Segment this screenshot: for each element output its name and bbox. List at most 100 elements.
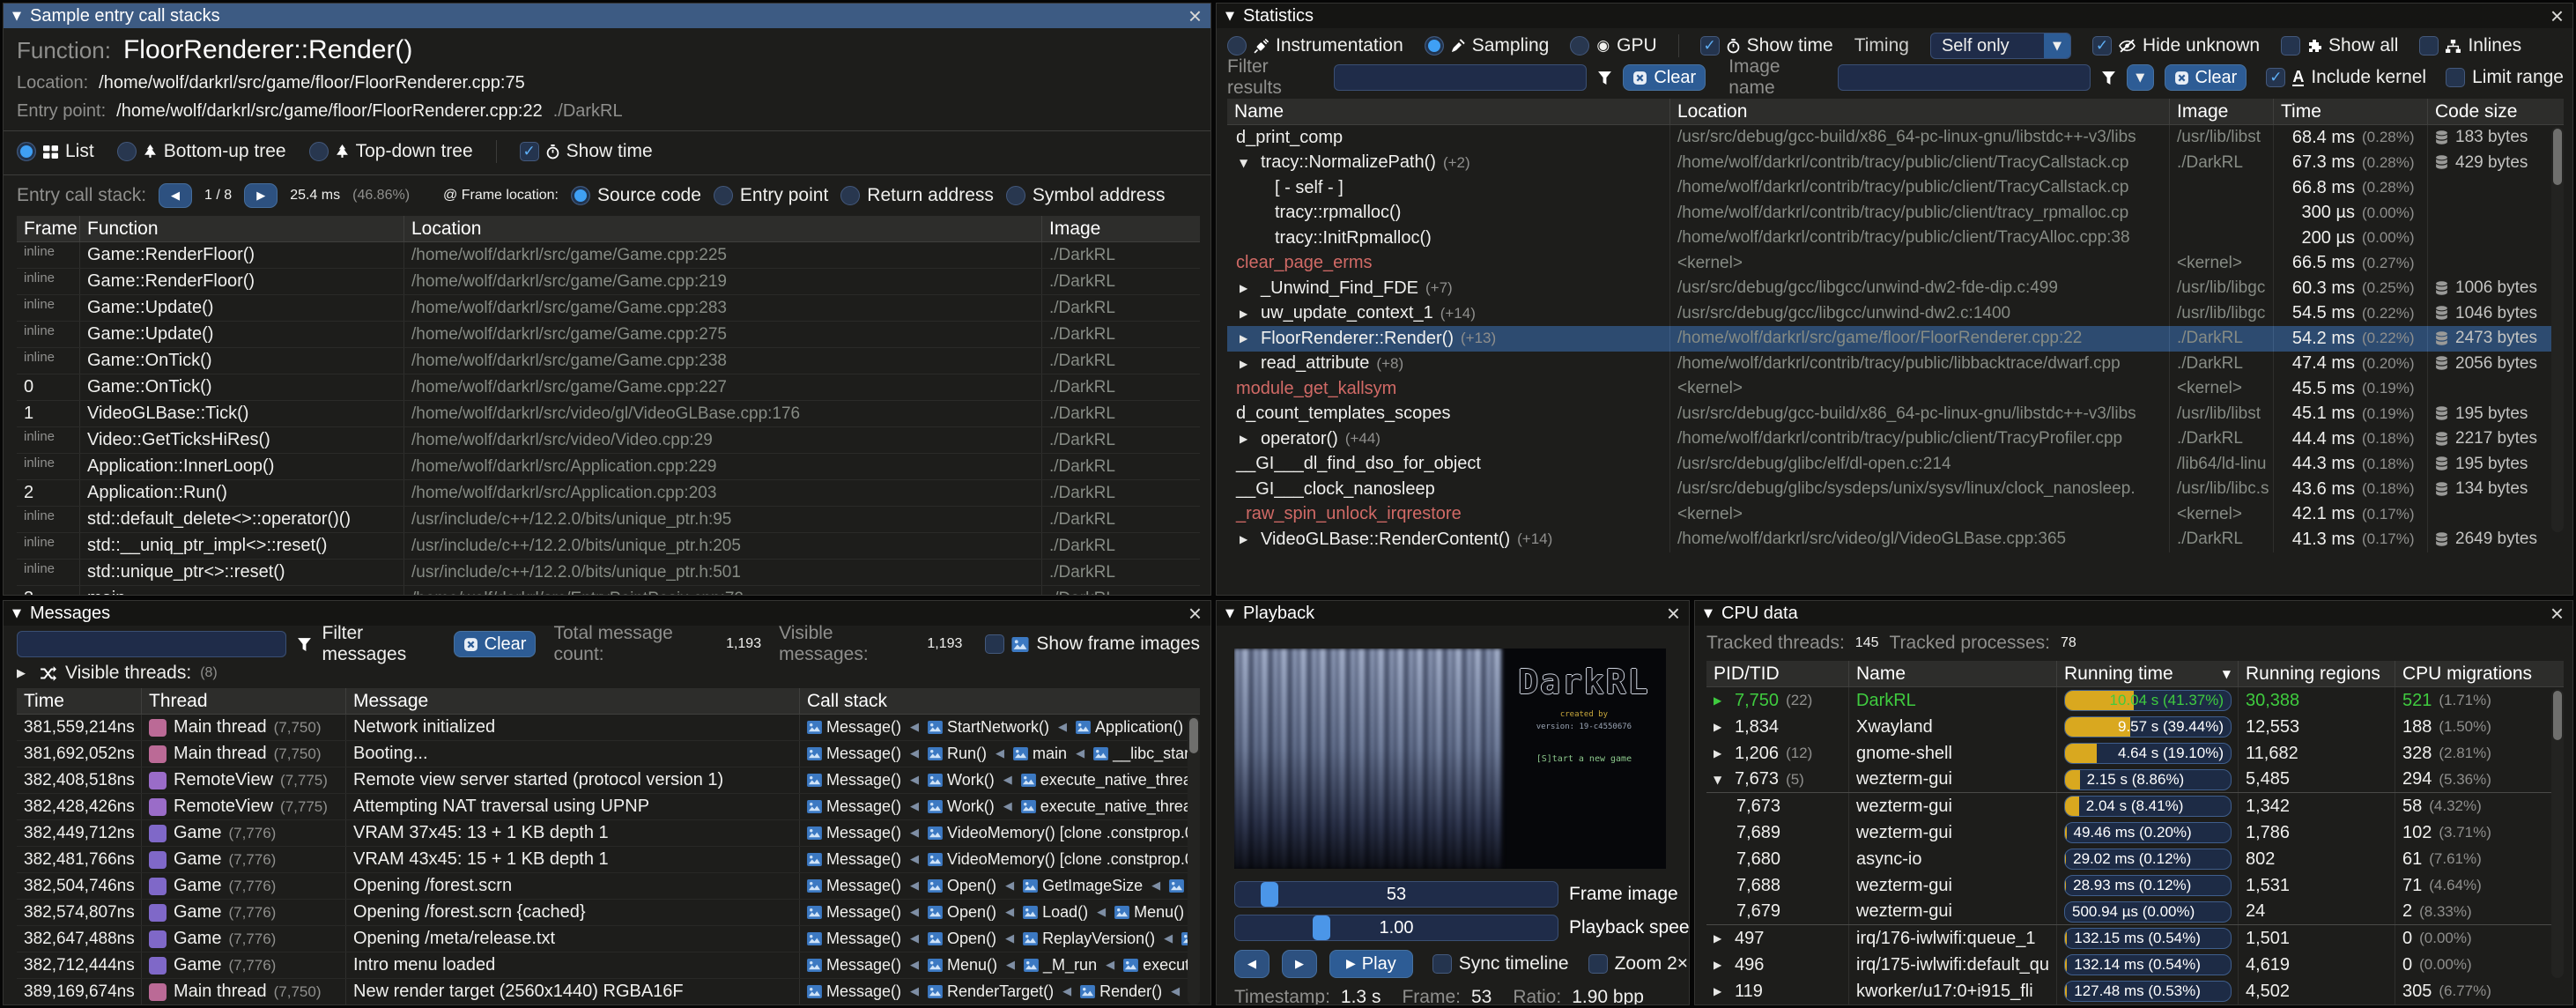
call-stack-entry[interactable]: Render(): [1080, 982, 1162, 1001]
image-name-input[interactable]: [1838, 64, 2091, 91]
table-row[interactable]: ▶FloorRenderer::Render()(+13)/home/wolf/…: [1227, 326, 2564, 352]
chevron-right-icon[interactable]: ▶: [1714, 959, 1728, 971]
hide-unknown-checkbox[interactable]: Hide unknown: [2092, 35, 2260, 56]
frame-location-entry-point[interactable]: Entry point: [714, 185, 828, 206]
radio-icon[interactable]: [571, 186, 590, 205]
play-button[interactable]: ▶ Play: [1329, 950, 1413, 978]
prev-call-stack-button[interactable]: ◀: [159, 183, 192, 208]
table-row[interactable]: d_count_templates_scopes/usr/src/debug/g…: [1227, 402, 2564, 427]
chevron-right-icon[interactable]: ▶: [1240, 533, 1254, 545]
call-stack-entry[interactable]: Work(): [928, 771, 995, 789]
timing-dropdown[interactable]: Self only ▼: [1930, 33, 2071, 59]
table-row[interactable]: ▶119kworker/u17:0+i915_fli127.48 ms (0.5…: [1706, 978, 2564, 1004]
column-header[interactable]: Time: [17, 688, 142, 714]
table-row[interactable]: inlineGame::RenderFloor()/home/wolf/dark…: [17, 269, 1200, 295]
table-row[interactable]: 381,692,052nsMain thread(7,750)Booting..…: [17, 741, 1200, 767]
include-kernel-checkbox[interactable]: A Include kernel: [2266, 67, 2426, 88]
table-row[interactable]: 7,688wezterm-gui28.93 ms (0.12%)1,53171(…: [1706, 872, 2564, 899]
chevron-down-icon[interactable]: ▼: [1240, 157, 1254, 169]
column-header[interactable]: Location: [1670, 99, 2170, 124]
funnel-icon[interactable]: [2101, 70, 2116, 85]
scrollbar-thumb[interactable]: [2553, 129, 2562, 185]
table-row[interactable]: 1VideoGLBase::Tick()/home/wolf/darkrl/sr…: [17, 401, 1200, 427]
statistics-titlebar[interactable]: ▼ Statistics ×: [1217, 4, 2572, 28]
radio-icon[interactable]: [714, 186, 733, 205]
call-stack-entry[interactable]: Load(): [1023, 903, 1088, 922]
table-row[interactable]: 382,408,518nsRemoteView(7,775)Remote vie…: [17, 767, 1200, 794]
table-row[interactable]: ▶read_attribute(+8)/home/wolf/darkrl/con…: [1227, 352, 2564, 377]
table-row[interactable]: ▶497irq/176-iwlwifi:queue_1132.15 ms (0.…: [1706, 925, 2564, 952]
table-row[interactable]: inlineGame::Update()/home/wolf/darkrl/sr…: [17, 322, 1200, 348]
column-header[interactable]: Image: [2170, 99, 2274, 124]
chevron-right-icon[interactable]: ▶: [1240, 282, 1254, 294]
close-icon[interactable]: ×: [1188, 6, 1202, 26]
sync-timeline-checkbox[interactable]: Sync timeline: [1432, 953, 1569, 975]
chevron-right-icon[interactable]: ▶: [1240, 308, 1254, 320]
scrollbar[interactable]: [2551, 127, 2564, 532]
checkbox-icon[interactable]: [2419, 36, 2439, 56]
table-row[interactable]: __GI___clock_nanosleep/usr/src/debug/gli…: [1227, 477, 2564, 502]
call-stack-entry[interactable]: main: [1013, 745, 1067, 763]
show-all-checkbox[interactable]: Show all: [2281, 35, 2398, 56]
call-stack-entry[interactable]: Message(): [807, 718, 901, 737]
call-stack-entry[interactable]: Menu(): [928, 956, 997, 975]
call-stack-entry[interactable]: Open(): [928, 930, 996, 948]
table-row[interactable]: inlineVideo::GetTicksHiRes()/home/wolf/d…: [17, 427, 1200, 454]
playback-speed-slider[interactable]: 1.00: [1234, 915, 1558, 941]
call-stack-entry[interactable]: execute_native_thread_ro: [1021, 797, 1200, 816]
call-stack-entry[interactable]: RenderTarget(): [928, 982, 1054, 1001]
message-filter-input[interactable]: [17, 631, 286, 657]
checkbox-icon[interactable]: [2092, 36, 2112, 56]
checkbox-icon[interactable]: [985, 634, 1004, 654]
limit-range-checkbox[interactable]: Limit range: [2446, 67, 2564, 88]
table-row[interactable]: 389,169,674nsMain thread(7,750)New rende…: [17, 979, 1200, 1005]
messages-titlebar[interactable]: ▼ Messages ×: [4, 601, 1210, 626]
frame-image-slider[interactable]: 53: [1234, 881, 1558, 908]
call-stack-entry[interactable]: Message(): [807, 930, 901, 948]
table-row[interactable]: ▶VideoGLBase::RenderContent()(+14)/home/…: [1227, 527, 2564, 552]
table-row[interactable]: ▼tracy::NormalizePath()(+2)/home/wolf/da…: [1227, 151, 2564, 176]
column-header[interactable]: Code size: [2428, 99, 2564, 124]
clear-messages-filter-button[interactable]: Clear: [454, 631, 537, 657]
table-row[interactable]: 2Application::Run()/home/wolf/darkrl/src…: [17, 480, 1200, 507]
call-stack-entry[interactable]: GetImageSize: [1023, 877, 1143, 895]
radio-icon[interactable]: [1425, 36, 1444, 56]
table-row[interactable]: ▶1,206(12)gnome-shell4.64 s (19.10%)11,6…: [1706, 740, 2564, 767]
chevron-right-icon[interactable]: ▶: [1714, 747, 1728, 760]
call-stack-entry[interactable]: Message(): [807, 982, 901, 1001]
close-icon[interactable]: ×: [2550, 6, 2564, 26]
chevron-right-icon[interactable]: ▶: [1240, 332, 1254, 345]
chevron-right-icon[interactable]: ▶: [1240, 433, 1254, 445]
funnel-icon[interactable]: [1597, 70, 1612, 85]
call-stack-entry[interactable]: Message(): [807, 745, 901, 763]
chevron-right-icon[interactable]: ▶: [1240, 358, 1254, 370]
table-row[interactable]: clear_page_erms<kernel><kernel>66.5 ms(0…: [1227, 251, 2564, 277]
show-time-checkbox[interactable]: Show time: [520, 141, 653, 162]
call-stack-entry[interactable]: Work(): [928, 797, 995, 816]
table-row[interactable]: 382,574,807nsGame(7,776)Opening /forest.…: [17, 900, 1200, 926]
inlines-checkbox[interactable]: Inlines: [2419, 35, 2521, 56]
filter-results-input[interactable]: [1334, 64, 1587, 91]
table-row[interactable]: 382,647,488nsGame(7,776)Opening /meta/re…: [17, 926, 1200, 952]
clear-image-filter-button[interactable]: Clear: [2165, 64, 2247, 91]
chevron-right-icon[interactable]: ▶: [1714, 694, 1728, 707]
call-stack-entry[interactable]: Application(): [1076, 718, 1183, 737]
call-stack-entry[interactable]: Menu(): [1114, 903, 1184, 922]
cpu-titlebar[interactable]: ▼ CPU data ×: [1695, 601, 2572, 626]
table-row[interactable]: [ - self - ]/home/wolf/darkrl/contrib/tr…: [1227, 175, 2564, 201]
table-row[interactable]: _raw_spin_unlock_irqrestore<kernel><kern…: [1227, 502, 2564, 528]
checkbox-icon[interactable]: [2281, 36, 2300, 56]
table-row[interactable]: ▼7,673(5)wezterm-gui2.15 s (8.86%)5,4852…: [1706, 767, 2564, 793]
show-frame-images-checkbox[interactable]: Show frame images: [985, 634, 1200, 655]
radio-icon[interactable]: [840, 186, 860, 205]
collapse-icon[interactable]: ▼: [1225, 10, 1234, 23]
next-call-stack-button[interactable]: ▶: [244, 183, 278, 208]
radio-icon[interactable]: [17, 142, 36, 161]
table-row[interactable]: __GI___dl_find_dso_for_object/usr/src/de…: [1227, 452, 2564, 478]
radio-icon[interactable]: [1006, 186, 1025, 205]
mode-instrumentation[interactable]: Instrumentation: [1227, 35, 1403, 56]
table-row[interactable]: 0Game::OnTick()/home/wolf/darkrl/src/gam…: [17, 374, 1200, 401]
checkbox-icon[interactable]: [1700, 36, 1720, 56]
collapse-icon[interactable]: ▼: [1225, 607, 1234, 620]
table-row[interactable]: 382,712,444nsGame(7,776)Intro menu loade…: [17, 952, 1200, 979]
